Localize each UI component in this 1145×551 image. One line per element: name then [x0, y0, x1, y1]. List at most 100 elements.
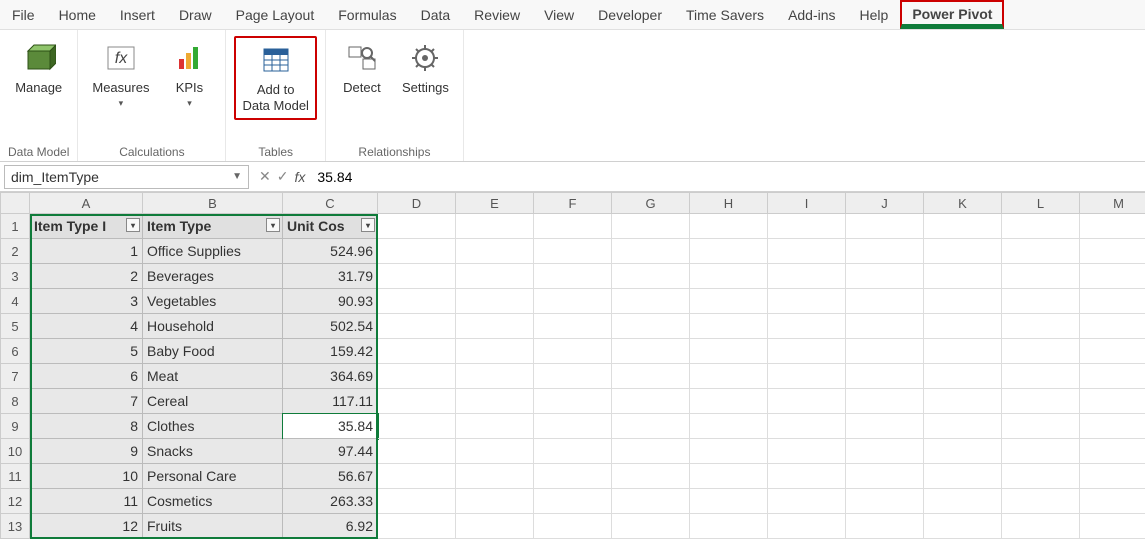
cell-L2[interactable] — [1002, 239, 1080, 264]
cell-H12[interactable] — [690, 489, 768, 514]
cell-E11[interactable] — [456, 464, 534, 489]
row-header-2[interactable]: 2 — [0, 239, 30, 264]
cell-D3[interactable] — [378, 264, 456, 289]
cell-G11[interactable] — [612, 464, 690, 489]
cell-J4[interactable] — [846, 289, 924, 314]
cell-H4[interactable] — [690, 289, 768, 314]
cell-F10[interactable] — [534, 439, 612, 464]
cell-C9[interactable]: 35.84 — [283, 414, 378, 439]
cell-D4[interactable] — [378, 289, 456, 314]
row-header-9[interactable]: 9 — [0, 414, 30, 439]
cell-G4[interactable] — [612, 289, 690, 314]
column-header-D[interactable]: D — [378, 192, 456, 214]
column-header-J[interactable]: J — [846, 192, 924, 214]
cell-A4[interactable]: 3 — [30, 289, 143, 314]
cell-L7[interactable] — [1002, 364, 1080, 389]
formula-input[interactable] — [311, 165, 1145, 189]
cell-J6[interactable] — [846, 339, 924, 364]
cell-K10[interactable] — [924, 439, 1002, 464]
cell-E5[interactable] — [456, 314, 534, 339]
row-header-12[interactable]: 12 — [0, 489, 30, 514]
cell-K13[interactable] — [924, 514, 1002, 539]
cell-E9[interactable] — [456, 414, 534, 439]
cell-B7[interactable]: Meat — [143, 364, 283, 389]
cell-L11[interactable] — [1002, 464, 1080, 489]
cell-K12[interactable] — [924, 489, 1002, 514]
cell-E7[interactable] — [456, 364, 534, 389]
cell-D13[interactable] — [378, 514, 456, 539]
cell-L1[interactable] — [1002, 214, 1080, 239]
cell-M7[interactable] — [1080, 364, 1145, 389]
cell-K1[interactable] — [924, 214, 1002, 239]
cell-J12[interactable] — [846, 489, 924, 514]
cell-A5[interactable]: 4 — [30, 314, 143, 339]
cell-I10[interactable] — [768, 439, 846, 464]
cell-C13[interactable]: 6.92 — [283, 514, 378, 539]
cancel-icon[interactable]: ✕ — [259, 168, 271, 185]
column-header-K[interactable]: K — [924, 192, 1002, 214]
manage-button[interactable]: Manage — [9, 36, 68, 100]
cell-M2[interactable] — [1080, 239, 1145, 264]
cell-C11[interactable]: 56.67 — [283, 464, 378, 489]
cell-H2[interactable] — [690, 239, 768, 264]
row-header-10[interactable]: 10 — [0, 439, 30, 464]
cell-G2[interactable] — [612, 239, 690, 264]
cell-G6[interactable] — [612, 339, 690, 364]
row-header-6[interactable]: 6 — [0, 339, 30, 364]
cell-C8[interactable]: 117.11 — [283, 389, 378, 414]
cell-F2[interactable] — [534, 239, 612, 264]
row-header-7[interactable]: 7 — [0, 364, 30, 389]
cell-D5[interactable] — [378, 314, 456, 339]
cell-E6[interactable] — [456, 339, 534, 364]
cell-L9[interactable] — [1002, 414, 1080, 439]
accept-icon[interactable]: ✓ — [277, 168, 289, 185]
cell-H11[interactable] — [690, 464, 768, 489]
cell-D1[interactable] — [378, 214, 456, 239]
cell-G1[interactable] — [612, 214, 690, 239]
cell-E4[interactable] — [456, 289, 534, 314]
cell-F1[interactable] — [534, 214, 612, 239]
cell-I9[interactable] — [768, 414, 846, 439]
menu-review[interactable]: Review — [462, 0, 532, 29]
menu-page-layout[interactable]: Page Layout — [224, 0, 327, 29]
cell-J1[interactable] — [846, 214, 924, 239]
measures-button[interactable]: fxMeasures▾ — [86, 36, 155, 113]
cell-G5[interactable] — [612, 314, 690, 339]
cell-A10[interactable]: 9 — [30, 439, 143, 464]
cell-F4[interactable] — [534, 289, 612, 314]
filter-dropdown-icon[interactable]: ▾ — [266, 218, 280, 232]
cell-D6[interactable] — [378, 339, 456, 364]
column-header-G[interactable]: G — [612, 192, 690, 214]
cell-B2[interactable]: Office Supplies — [143, 239, 283, 264]
cell-E13[interactable] — [456, 514, 534, 539]
cell-B9[interactable]: Clothes — [143, 414, 283, 439]
cell-A6[interactable]: 5 — [30, 339, 143, 364]
cell-M11[interactable] — [1080, 464, 1145, 489]
cell-F3[interactable] — [534, 264, 612, 289]
menu-home[interactable]: Home — [47, 0, 108, 29]
column-header-B[interactable]: B — [143, 192, 283, 214]
row-header-5[interactable]: 5 — [0, 314, 30, 339]
cell-A3[interactable]: 2 — [30, 264, 143, 289]
cell-E1[interactable] — [456, 214, 534, 239]
cell-H6[interactable] — [690, 339, 768, 364]
filter-dropdown-icon[interactable]: ▾ — [126, 218, 140, 232]
cell-D7[interactable] — [378, 364, 456, 389]
cell-G13[interactable] — [612, 514, 690, 539]
cell-F12[interactable] — [534, 489, 612, 514]
cell-C1[interactable]: Unit Cos▾ — [283, 214, 378, 239]
cell-M6[interactable] — [1080, 339, 1145, 364]
add-to-data-model-button[interactable]: Add toData Model — [234, 36, 316, 120]
cell-B10[interactable]: Snacks — [143, 439, 283, 464]
cell-E3[interactable] — [456, 264, 534, 289]
cell-B4[interactable]: Vegetables — [143, 289, 283, 314]
cell-I1[interactable] — [768, 214, 846, 239]
column-header-A[interactable]: A — [30, 192, 143, 214]
cell-G12[interactable] — [612, 489, 690, 514]
cell-A7[interactable]: 6 — [30, 364, 143, 389]
cell-L6[interactable] — [1002, 339, 1080, 364]
cell-C6[interactable]: 159.42 — [283, 339, 378, 364]
cell-K4[interactable] — [924, 289, 1002, 314]
cell-I5[interactable] — [768, 314, 846, 339]
menu-formulas[interactable]: Formulas — [326, 0, 408, 29]
